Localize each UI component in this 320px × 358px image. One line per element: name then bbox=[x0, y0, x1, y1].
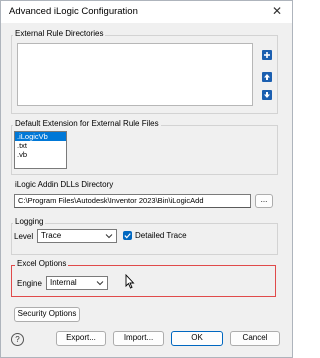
checkmark-icon bbox=[124, 233, 131, 239]
help-icon[interactable]: ? bbox=[11, 333, 24, 346]
detailed-trace-label: Detailed Trace bbox=[135, 231, 187, 240]
plus-icon bbox=[262, 50, 272, 60]
level-value: Trace bbox=[41, 231, 62, 240]
addin-dlls-path-field[interactable]: C:\Program Files\Autodesk\Inventor 2023\… bbox=[14, 194, 251, 208]
extension-option-txt[interactable]: .txt bbox=[15, 141, 66, 150]
engine-label: Engine bbox=[17, 279, 42, 288]
external-rule-directories-list[interactable] bbox=[17, 43, 253, 106]
engine-select[interactable]: Internal bbox=[46, 276, 108, 290]
close-icon[interactable]: ✕ bbox=[268, 2, 286, 21]
ok-button[interactable]: OK bbox=[171, 331, 223, 346]
addin-dlls-label: iLogic Addin DLLs Directory bbox=[13, 180, 116, 189]
window-title: Advanced iLogic Configuration bbox=[9, 6, 138, 17]
export-button[interactable]: Export... bbox=[56, 331, 106, 346]
chevron-down-icon bbox=[105, 231, 113, 243]
logging-label: Logging bbox=[13, 217, 46, 226]
extension-option-ilogicvb[interactable]: .iLogicVb bbox=[15, 132, 66, 141]
level-label: Level bbox=[14, 232, 34, 241]
move-up-button[interactable] bbox=[260, 70, 274, 84]
extension-option-vb[interactable]: .vb bbox=[15, 150, 66, 159]
add-directory-button[interactable] bbox=[260, 48, 274, 62]
default-extension-list[interactable]: .iLogicVb .txt .vb bbox=[14, 131, 67, 169]
chevron-down-icon bbox=[96, 278, 104, 290]
default-extension-label: Default Extension for External Rule File… bbox=[13, 119, 161, 128]
arrow-down-icon bbox=[262, 90, 272, 100]
help-glyph: ? bbox=[15, 335, 20, 344]
level-select[interactable]: Trace bbox=[37, 229, 117, 243]
browse-dlls-button[interactable]: ... bbox=[255, 194, 273, 208]
cancel-button[interactable]: Cancel bbox=[230, 331, 280, 346]
detailed-trace-checkbox[interactable] bbox=[123, 231, 132, 240]
security-options-button[interactable]: Security Options bbox=[14, 307, 80, 322]
external-rule-directories-label: External Rule Directories bbox=[13, 29, 106, 38]
title-bar: Advanced iLogic Configuration ✕ bbox=[1, 1, 292, 23]
advanced-ilogic-config-dialog: Advanced iLogic Configuration ✕ External… bbox=[0, 0, 293, 358]
engine-value: Internal bbox=[50, 278, 77, 287]
import-button[interactable]: Import... bbox=[113, 331, 164, 346]
excel-options-label: Excel Options bbox=[15, 259, 69, 268]
arrow-up-icon bbox=[262, 72, 272, 82]
mouse-cursor-icon bbox=[125, 274, 135, 289]
move-down-button[interactable] bbox=[260, 88, 274, 102]
